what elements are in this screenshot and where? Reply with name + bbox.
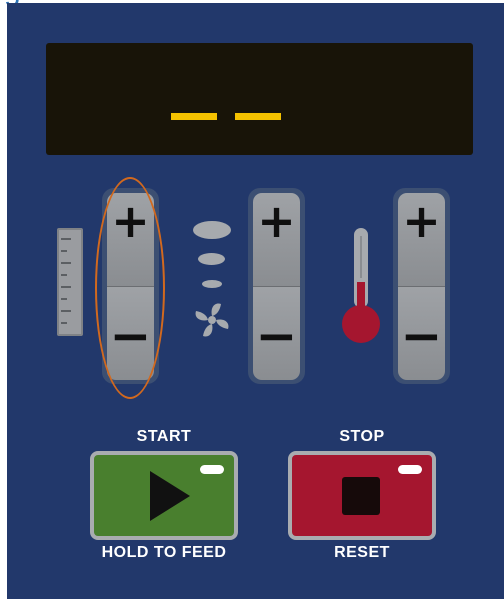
plus-icon: +: [257, 194, 296, 248]
thermometer-icon: [342, 228, 380, 343]
display-screen: [46, 43, 473, 155]
minus-icon: −: [400, 307, 443, 365]
start-label: START: [136, 428, 192, 445]
length-increase-button[interactable]: +: [107, 193, 154, 287]
fan-rocker: + −: [248, 188, 305, 384]
temperature-increase-button[interactable]: +: [398, 193, 445, 287]
temperature-rocker: + −: [393, 188, 450, 384]
stop-button[interactable]: [288, 451, 436, 540]
ruler-icon: [57, 228, 83, 336]
stop-icon: [342, 477, 380, 515]
reset-label: RESET: [334, 544, 390, 561]
minus-icon: −: [255, 307, 298, 365]
start-indicator-light: [200, 465, 224, 474]
display-dash-left: [171, 113, 217, 120]
temperature-decrease-button[interactable]: −: [398, 287, 445, 380]
length-decrease-button[interactable]: −: [107, 287, 154, 380]
fan-increase-button[interactable]: +: [253, 193, 300, 287]
length-rocker: + −: [102, 188, 159, 384]
minus-icon: −: [109, 307, 152, 365]
hold-to-feed-label: HOLD TO FEED: [101, 544, 227, 561]
stop-indicator-light: [398, 465, 422, 474]
play-icon: [150, 471, 190, 521]
stop-label: STOP: [339, 428, 385, 445]
start-button[interactable]: [90, 451, 238, 540]
fan-decrease-button[interactable]: −: [253, 287, 300, 380]
plus-icon: +: [111, 194, 150, 248]
display-dash-right: [235, 113, 281, 120]
plus-icon: +: [402, 194, 441, 248]
